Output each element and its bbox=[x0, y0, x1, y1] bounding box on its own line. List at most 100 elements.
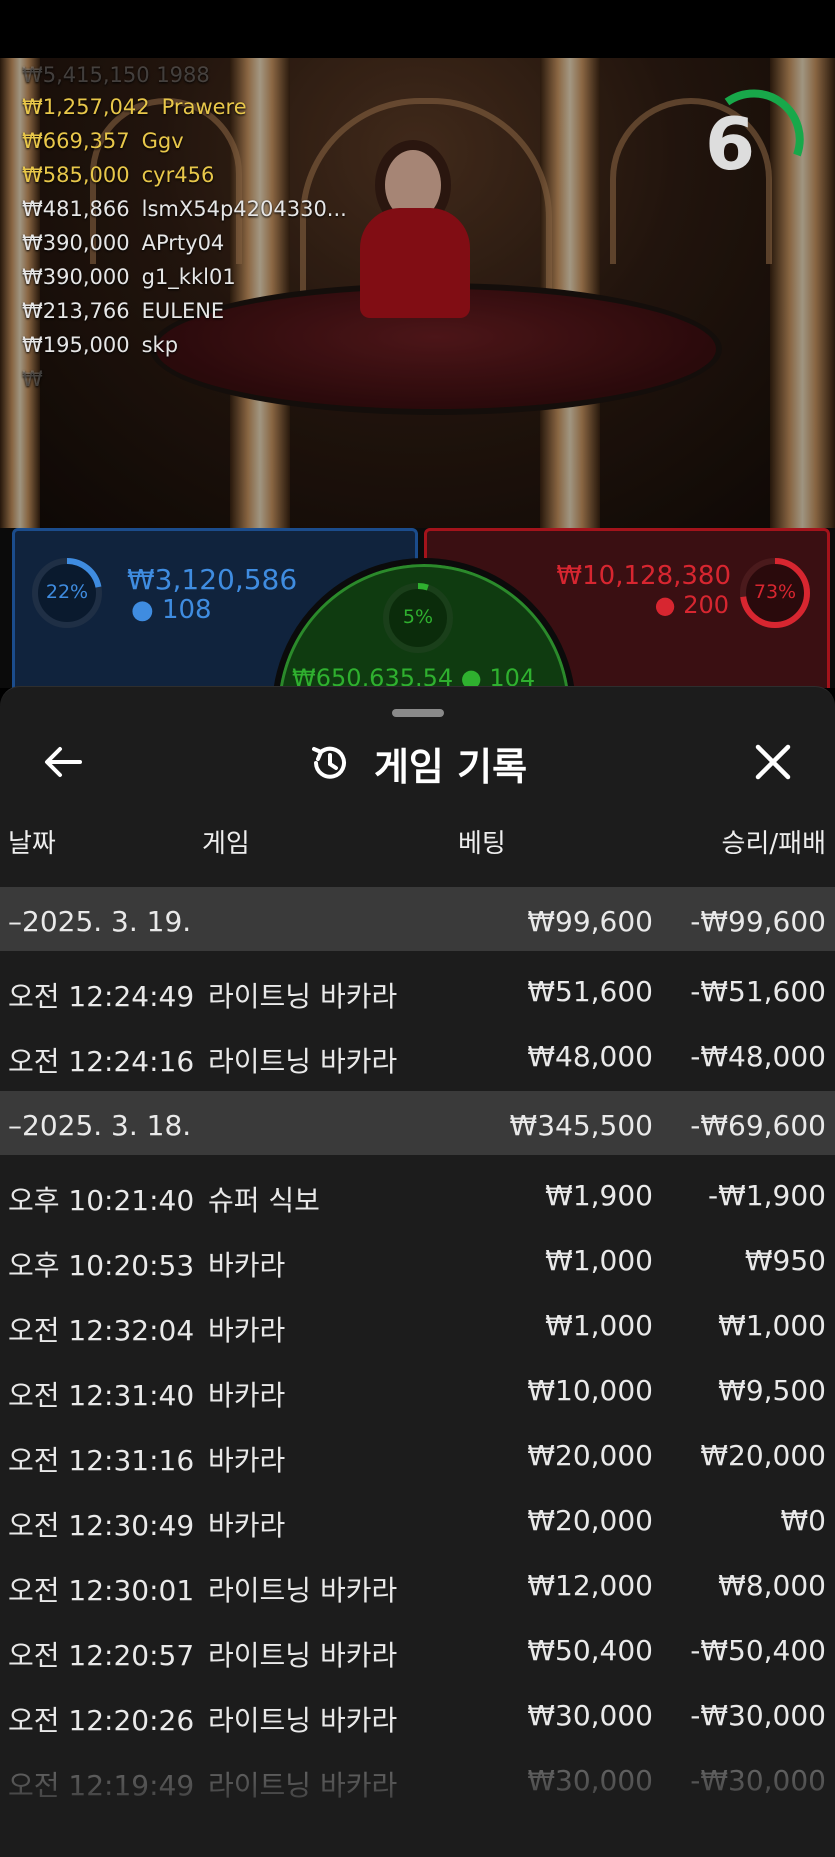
banker-percent: 73% bbox=[753, 581, 797, 603]
row-game: 슈퍼 식보 bbox=[208, 1184, 320, 1217]
row-time: 오전 12:31:16 bbox=[8, 1444, 195, 1477]
row-bet: ₩30,000 bbox=[527, 1699, 653, 1732]
winner-row: ₩ bbox=[22, 367, 43, 391]
row-game: 라이트닝 바카라 bbox=[208, 1639, 398, 1672]
column-date: 날짜 bbox=[8, 829, 56, 859]
row-bet: ₩20,000 bbox=[527, 1439, 653, 1472]
winner-name: g1_kkl01 bbox=[141, 265, 236, 289]
winner-name: Ggv bbox=[141, 129, 184, 153]
row-result: ₩8,000 bbox=[718, 1569, 826, 1602]
tie-total-bet: ₩650,635.54 ● 104 bbox=[292, 664, 535, 688]
row-time: 오전 12:24:16 bbox=[8, 1045, 195, 1078]
player-count: ● 108 bbox=[131, 595, 212, 625]
row-game: 라이트닝 바카라 bbox=[208, 980, 398, 1013]
sheet-title: 게임 기록 bbox=[373, 744, 528, 789]
banker-count-value: 200 bbox=[683, 591, 729, 619]
row-time: 오전 12:20:26 bbox=[8, 1704, 195, 1737]
user-icon: ● bbox=[460, 664, 482, 688]
row-bet: ₩50,400 bbox=[527, 1634, 653, 1667]
winner-amount: ₩585,000 bbox=[22, 163, 130, 187]
player-total-bet: ₩3,120,586 bbox=[127, 563, 298, 596]
row-time: 오전 12:31:40 bbox=[8, 1379, 195, 1412]
winner-row: ₩213,766 EULENE bbox=[22, 294, 347, 328]
history-row[interactable]: 오전 12:24:49 라이트닝 바카라 ₩51,600 -₩51,600 bbox=[0, 957, 835, 1022]
row-bet: ₩48,000 bbox=[527, 1040, 653, 1073]
history-row[interactable]: 오전 12:30:49 바카라 ₩20,000 ₩0 bbox=[0, 1486, 835, 1551]
winner-name: lsmX54p4204330... bbox=[141, 197, 347, 221]
tie-amount: ₩650,635.54 bbox=[292, 664, 454, 688]
tie-count-value: 104 bbox=[489, 664, 536, 688]
row-result: ₩20,000 bbox=[700, 1439, 826, 1472]
close-icon[interactable] bbox=[748, 737, 798, 787]
winner-name: cyr456 bbox=[141, 163, 215, 187]
winner-row: ₩481,866 lsmX54p4204330... bbox=[22, 192, 347, 226]
row-bet: ₩1,000 bbox=[545, 1244, 653, 1277]
history-row[interactable]: 오전 12:32:04 바카라 ₩1,000 ₩1,000 bbox=[0, 1291, 835, 1356]
row-bet: ₩1,000 bbox=[545, 1309, 653, 1342]
date-group-header[interactable]: –2025. 3. 18. ₩345,500 -₩69,600 bbox=[0, 1091, 835, 1155]
status-bar bbox=[0, 0, 835, 58]
row-result: -₩51,600 bbox=[690, 975, 826, 1008]
row-time: 오후 10:21:40 bbox=[8, 1184, 195, 1217]
winners-list: ₩5,415,150 1988 ₩1,257,042 Prawere ₩669,35… bbox=[22, 63, 347, 392]
row-game: 바카라 bbox=[208, 1509, 286, 1542]
group-result-total: -₩69,600 bbox=[690, 1109, 826, 1142]
winner-row: ₩5,415,150 1988 bbox=[22, 63, 210, 87]
row-result: ₩9,500 bbox=[718, 1374, 826, 1407]
history-row[interactable]: 오전 12:24:16 라이트닝 바카라 ₩48,000 -₩48,000 bbox=[0, 1022, 835, 1087]
countdown-value: 6 bbox=[704, 102, 756, 186]
winner-row: ₩195,000 skp bbox=[22, 328, 347, 362]
history-row[interactable]: 오전 12:20:57 라이트닝 바카라 ₩50,400 -₩50,400 bbox=[0, 1616, 835, 1681]
row-bet: ₩10,000 bbox=[527, 1374, 653, 1407]
date-group-header[interactable]: –2025. 3. 19. ₩99,600 -₩99,600 bbox=[0, 887, 835, 951]
history-row[interactable]: 오후 10:21:40 슈퍼 식보 ₩1,900 -₩1,900 bbox=[0, 1161, 835, 1226]
player-count-value: 108 bbox=[161, 595, 212, 625]
row-game: 바카라 bbox=[208, 1444, 286, 1477]
row-game: 바카라 bbox=[208, 1379, 286, 1412]
row-time: 오전 12:30:01 bbox=[8, 1574, 195, 1607]
row-result: -₩30,000 bbox=[690, 1699, 826, 1732]
banker-count: ● 200 bbox=[655, 591, 729, 619]
drag-handle[interactable] bbox=[392, 709, 444, 717]
winner-amount: ₩390,000 bbox=[22, 265, 130, 289]
winner-row: ₩390,000 g1_kkl01 bbox=[22, 260, 347, 294]
row-time: 오후 10:20:53 bbox=[8, 1249, 195, 1282]
column-result: 승리/패배 bbox=[721, 829, 826, 859]
row-bet: ₩51,600 bbox=[527, 975, 653, 1008]
sheet-header: 게임 기록 bbox=[0, 735, 835, 791]
row-result: -₩1,900 bbox=[708, 1179, 826, 1212]
history-row[interactable]: 오전 12:31:16 바카라 ₩20,000 ₩20,000 bbox=[0, 1421, 835, 1486]
winner-amount: ₩213,766 bbox=[22, 299, 130, 323]
history-row[interactable]: 오전 12:30:01 라이트닝 바카라 ₩12,000 ₩8,000 bbox=[0, 1551, 835, 1616]
winner-name: EULENE bbox=[141, 299, 225, 323]
row-bet: ₩1,900 bbox=[545, 1179, 653, 1212]
tie-percent: 5% bbox=[402, 606, 434, 628]
group-result-total: -₩99,600 bbox=[690, 905, 826, 938]
row-game: 라이트닝 바카라 bbox=[208, 1574, 398, 1607]
row-result: ₩1,000 bbox=[718, 1309, 826, 1342]
row-game: 바카라 bbox=[208, 1314, 286, 1347]
user-icon: ● bbox=[654, 591, 676, 619]
game-history-sheet: 게임 기록 날짜 게임 베팅 승리/패배 –2025. 3. 19. ₩99,60… bbox=[0, 686, 835, 1857]
row-result: -₩48,000 bbox=[690, 1040, 826, 1073]
row-time: 오전 12:30:49 bbox=[8, 1509, 195, 1542]
history-icon bbox=[311, 746, 346, 779]
history-list: –2025. 3. 19. ₩99,600 -₩99,600 오전 12:24:49 라… bbox=[0, 887, 835, 1815]
player-percent: 22% bbox=[45, 581, 89, 603]
group-bet-total: ₩345,500 bbox=[509, 1109, 653, 1142]
winner-amount: ₩390,000 bbox=[22, 231, 130, 255]
group-date: –2025. 3. 18. bbox=[8, 1109, 192, 1142]
winner-row: ₩1,257,042 Prawere bbox=[22, 90, 347, 124]
row-time: 오전 12:20:57 bbox=[8, 1639, 195, 1672]
history-row[interactable]: 오후 10:20:53 바카라 ₩1,000 ₩950 bbox=[0, 1226, 835, 1291]
history-row[interactable]: 오전 12:20:26 라이트닝 바카라 ₩30,000 -₩30,000 bbox=[0, 1681, 835, 1746]
row-time: 오전 12:24:49 bbox=[8, 980, 195, 1013]
history-row[interactable]: 오전 12:31:40 바카라 ₩10,000 ₩9,500 bbox=[0, 1356, 835, 1421]
winner-name: skp bbox=[141, 333, 179, 357]
group-date: –2025. 3. 19. bbox=[8, 905, 192, 938]
row-result: -₩50,400 bbox=[690, 1634, 826, 1667]
row-result: ₩0 bbox=[780, 1504, 827, 1537]
winner-row: ₩585,000 cyr456 bbox=[22, 158, 347, 192]
row-game: 라이트닝 바카라 bbox=[208, 1704, 398, 1737]
winner-amount: ₩1,257,042 bbox=[22, 95, 150, 119]
